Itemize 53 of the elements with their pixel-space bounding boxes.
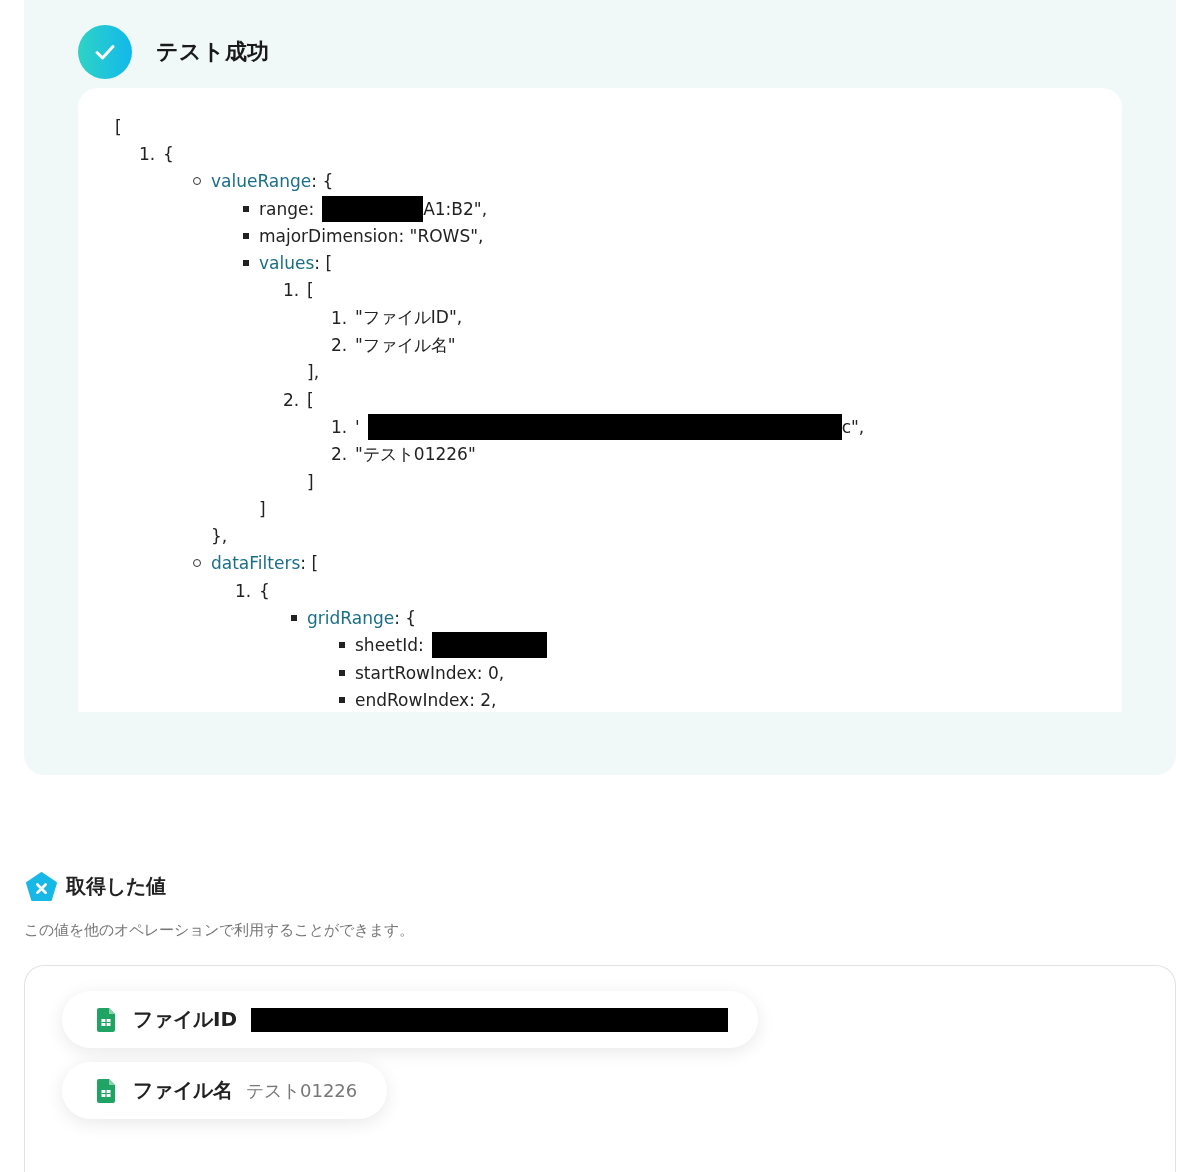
- code-text: ],: [307, 362, 320, 383]
- code-text: {: [163, 143, 174, 164]
- list-number: 2.: [283, 389, 300, 410]
- code-text: c",: [841, 416, 865, 437]
- list-number: 1.: [331, 307, 348, 328]
- code-text: ': [355, 416, 360, 437]
- list-number: 1.: [331, 416, 348, 437]
- value-chip[interactable]: ファイルID: [62, 991, 759, 1048]
- square-bullet-icon: [291, 615, 297, 621]
- code-text: [: [115, 116, 122, 137]
- code-text: sheetId:: [355, 635, 424, 656]
- spreadsheet-icon: [97, 1007, 115, 1032]
- code-text: : [: [300, 553, 318, 574]
- list-number: 2.: [331, 335, 348, 355]
- list-number: 2.: [331, 444, 348, 465]
- code-text: "テスト01226": [355, 442, 476, 466]
- code-key: values: [259, 253, 315, 274]
- pentagon-x-icon: [26, 872, 57, 901]
- code-text: majorDimension: "ROWS",: [259, 225, 484, 246]
- square-bullet-icon: [243, 205, 249, 212]
- code-text: {: [259, 580, 270, 601]
- code-key: dataFilters: [211, 553, 301, 574]
- section-description: この値を他のオペレーションで利用することができます。: [24, 921, 415, 940]
- chip-value: テスト01226: [246, 1078, 358, 1103]
- code-text: endRowIndex: 2,: [355, 689, 497, 710]
- code-text: ]: [307, 471, 314, 492]
- square-bullet-icon: [339, 669, 345, 676]
- code-text: : [: [314, 253, 333, 274]
- code-text: },: [211, 526, 228, 547]
- code-key: valueRange: [211, 171, 312, 192]
- square-bullet-icon: [339, 642, 345, 649]
- code-text: ]: [259, 498, 266, 519]
- code-text: [: [307, 280, 314, 301]
- code-key: gridRange: [307, 608, 395, 628]
- square-bullet-icon: [243, 232, 249, 239]
- code-text: A1:B2",: [423, 198, 488, 219]
- code-text: : {: [311, 171, 334, 192]
- spreadsheet-icon: [97, 1078, 115, 1103]
- section-title: 取得した値: [66, 873, 166, 900]
- list-number: 1.: [235, 580, 252, 601]
- result-title: テスト成功: [156, 38, 269, 66]
- code-text: "ファイルID",: [355, 306, 463, 330]
- check-icon: [78, 25, 132, 79]
- code-text: startRowIndex: 0,: [355, 662, 505, 683]
- list-number: 1.: [139, 143, 156, 164]
- code-text: range:: [259, 198, 315, 219]
- code-text: [: [307, 389, 314, 410]
- list-number: 1.: [283, 280, 300, 301]
- value-chip[interactable]: ファイル名 テスト01226: [62, 1062, 388, 1119]
- code-text: : {: [394, 608, 417, 628]
- square-bullet-icon: [243, 260, 249, 267]
- code-text: "ファイル名": [355, 333, 456, 357]
- square-bullet-icon: [339, 696, 345, 703]
